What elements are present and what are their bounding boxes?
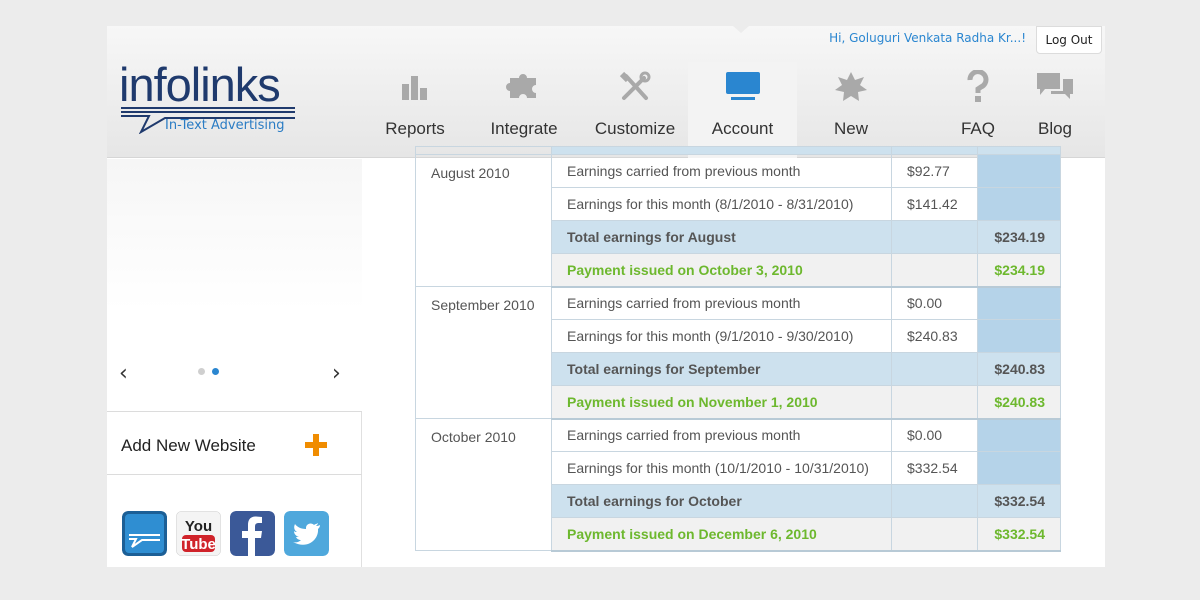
- nav-label-new: New: [833, 119, 868, 138]
- row-amount: $92.77: [891, 154, 978, 188]
- puzzle-icon: [506, 74, 536, 98]
- total-label: Total earnings for September: [551, 352, 892, 386]
- total-label: Total earnings for August: [551, 220, 892, 254]
- nav-customize[interactable]: Customize: [587, 62, 683, 158]
- twitter-icon[interactable]: [284, 511, 329, 556]
- table-row: October 2010 Earnings carried from previ…: [415, 418, 1061, 551]
- row-amount: $0.00: [891, 286, 978, 320]
- slider-dot-2[interactable]: [212, 368, 219, 375]
- starburst-icon: [835, 72, 867, 101]
- total-amount: $240.83: [977, 352, 1061, 386]
- row-amount: $0.00: [891, 418, 978, 452]
- table-top-spacer: [415, 146, 1061, 155]
- infolinks-logo[interactable]: infolinks In-Text Advertising: [119, 60, 299, 140]
- bar-chart-icon: [402, 76, 427, 100]
- monitor-icon: [725, 72, 760, 100]
- svg-text:Tube: Tube: [181, 536, 216, 553]
- header-notch: [733, 26, 749, 33]
- nav-label-integrate: Integrate: [490, 119, 558, 138]
- svg-text:You: You: [185, 518, 212, 535]
- row-label: Earnings carried from previous month: [551, 418, 892, 452]
- row-label: Earnings for this month (8/1/2010 - 8/31…: [551, 187, 892, 221]
- payment-label: Payment issued on December 6, 2010: [551, 517, 892, 552]
- month-label: August 2010: [415, 154, 552, 287]
- promo-slider: ‹ ›: [107, 159, 362, 412]
- payment-amount: $332.54: [977, 517, 1061, 552]
- total-label: Total earnings for October: [551, 484, 892, 518]
- nav-reports[interactable]: Reports: [369, 62, 461, 158]
- payment-amount: $234.19: [977, 253, 1061, 288]
- nav-faq[interactable]: FAQ: [937, 62, 1019, 158]
- add-website-label: Add New Website: [121, 436, 256, 455]
- row-amount: $141.42: [891, 187, 978, 221]
- table-row: September 2010 Earnings carried from pre…: [415, 286, 1061, 419]
- logout-button[interactable]: Log Out: [1036, 26, 1102, 54]
- payment-label: Payment issued on November 1, 2010: [551, 385, 892, 420]
- nav-integrate[interactable]: Integrate: [478, 62, 570, 158]
- row-label: Earnings for this month (9/1/2010 - 9/30…: [551, 319, 892, 353]
- chat-bubbles-icon: [1037, 73, 1073, 99]
- nav-label-account: Account: [711, 119, 774, 138]
- payment-amount: $240.83: [977, 385, 1061, 420]
- nav-label-blog: Blog: [1037, 119, 1073, 138]
- total-amount: $332.54: [977, 484, 1061, 518]
- logo-tagline: In-Text Advertising: [165, 118, 285, 133]
- nav-label-reports: Reports: [385, 119, 445, 138]
- row-label: Earnings carried from previous month: [551, 154, 892, 188]
- nav-account[interactable]: Account: [688, 62, 797, 158]
- table-row: August 2010 Earnings carried from previo…: [415, 154, 1061, 287]
- top-header: infolinks In-Text Advertising Hi, Golugu…: [107, 26, 1105, 158]
- payment-label: Payment issued on October 3, 2010: [551, 253, 892, 288]
- row-label: Earnings carried from previous month: [551, 286, 892, 320]
- youtube-icon[interactable]: You Tube: [176, 511, 221, 556]
- row-label: Earnings for this month (10/1/2010 - 10/…: [551, 451, 892, 485]
- facebook-icon[interactable]: [230, 511, 275, 556]
- nav-label-faq: FAQ: [960, 119, 995, 138]
- slider-next-icon[interactable]: ›: [332, 363, 341, 385]
- earnings-table: August 2010 Earnings carried from previo…: [415, 146, 1061, 552]
- infolinks-icon[interactable]: [122, 511, 167, 556]
- nav-blog[interactable]: Blog: [1011, 62, 1099, 158]
- nav-new[interactable]: New: [803, 62, 899, 158]
- logo-text: infolinks: [119, 58, 281, 111]
- question-icon: [967, 70, 989, 102]
- total-amount: $234.19: [977, 220, 1061, 254]
- tools-icon: [619, 71, 651, 100]
- user-greeting[interactable]: Hi, Goluguri Venkata Radha Kr...!: [829, 30, 1026, 46]
- earnings-table-wrapper: August 2010 Earnings carried from previo…: [415, 146, 1061, 552]
- left-sidebar: ‹ › Add New Website You Tube: [107, 159, 362, 567]
- plus-icon: [305, 434, 327, 456]
- slider-prev-icon[interactable]: ‹: [119, 363, 128, 385]
- nav-label-customize: Customize: [594, 119, 676, 138]
- row-amount: $240.83: [891, 319, 978, 353]
- slider-dot-1[interactable]: [198, 368, 205, 375]
- month-label: September 2010: [415, 286, 552, 419]
- row-amount: $332.54: [891, 451, 978, 485]
- app-frame: infolinks In-Text Advertising Hi, Golugu…: [107, 26, 1105, 567]
- month-label: October 2010: [415, 418, 552, 551]
- add-new-website-button[interactable]: Add New Website: [107, 412, 362, 475]
